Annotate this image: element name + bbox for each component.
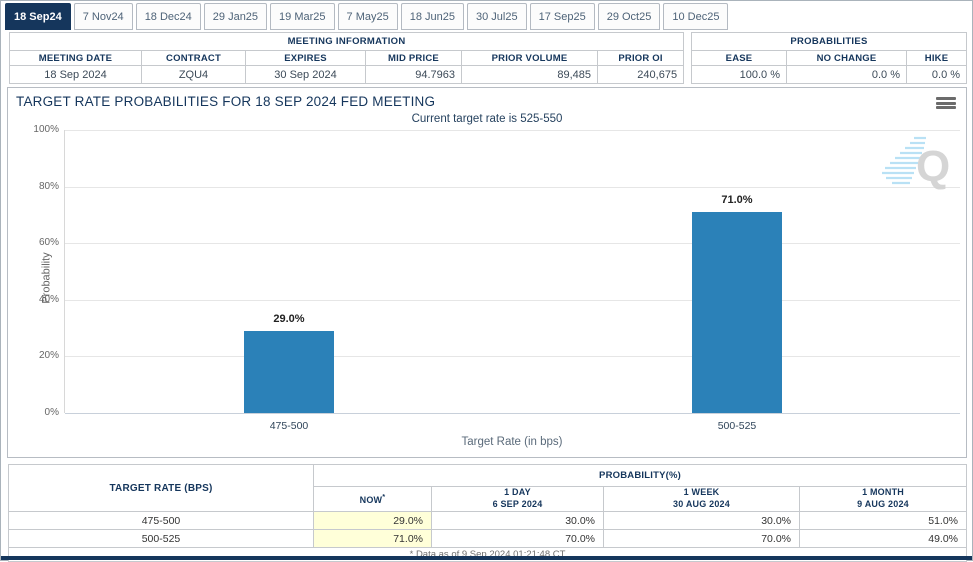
- bar-475-500[interactable]: [244, 331, 334, 413]
- tab-17sep25[interactable]: 17 Sep25: [530, 3, 595, 30]
- ytick-0: 0%: [45, 407, 59, 418]
- bar-500-525[interactable]: [692, 212, 782, 413]
- month-500-525: 49.0%: [800, 530, 967, 548]
- col-prior-oi: PRIOR OI: [598, 51, 684, 66]
- probability-chart-panel: TARGET RATE PROBABILITIES FOR 18 SEP 202…: [7, 87, 967, 458]
- now-475-500: 29.0%: [314, 512, 432, 530]
- rate-475-500: 475-500: [9, 512, 314, 530]
- col-contract: CONTRACT: [142, 51, 246, 66]
- week-500-525: 70.0%: [604, 530, 800, 548]
- contract-value: ZQU4: [142, 66, 246, 84]
- col-now: NOW*: [314, 487, 432, 512]
- ytick-20: 20%: [39, 350, 59, 361]
- meeting-information-row: 18 Sep 2024 ZQU4 30 Sep 2024 94.7963 89,…: [10, 66, 684, 84]
- chart-plot-area: 100% 80% 60% 40% 20% 0% Probability 29.0…: [64, 130, 960, 413]
- tab-18sep24[interactable]: 18 Sep24: [5, 3, 71, 30]
- tab-29oct25[interactable]: 29 Oct25: [598, 3, 661, 30]
- xtick-500-525: 500-525: [692, 420, 782, 432]
- col-ease: EASE: [692, 51, 787, 66]
- ytick-100: 100%: [33, 124, 59, 135]
- gridline-100: [65, 130, 960, 131]
- meeting-date-value: 18 Sep 2024: [10, 66, 142, 84]
- col-expires: EXPIRES: [246, 51, 366, 66]
- fedwatch-tool-page: { "tabs": [ {"label": "18 Sep24", "activ…: [0, 0, 973, 561]
- gridline-80: [65, 187, 960, 188]
- probabilities-title: PROBABILITIES: [692, 33, 967, 51]
- gridline-20: [65, 356, 960, 357]
- tab-18jun25[interactable]: 18 Jun25: [401, 3, 464, 30]
- svg-text:Q: Q: [916, 142, 950, 191]
- col-1day: 1 DAY6 SEP 2024: [432, 487, 604, 512]
- day-500-525: 70.0%: [432, 530, 604, 548]
- chart-title: TARGET RATE PROBABILITIES FOR 18 SEP 202…: [16, 94, 435, 109]
- expires-value: 30 Sep 2024: [246, 66, 366, 84]
- bar-label-500-525: 71.0%: [692, 194, 782, 206]
- ytick-60: 60%: [39, 237, 59, 248]
- tab-19mar25[interactable]: 19 Mar25: [270, 3, 334, 30]
- no-change-value: 0.0 %: [787, 66, 907, 84]
- bar-group-500-525: 71.0% 500-525: [692, 130, 782, 413]
- tab-18dec24[interactable]: 18 Dec24: [136, 3, 201, 30]
- rate-header: TARGET RATE (BPS): [9, 465, 314, 512]
- now-asterisk: *: [382, 492, 385, 501]
- month-475-500: 51.0%: [800, 512, 967, 530]
- quikstrike-watermark-icon: Q: [874, 134, 954, 194]
- meeting-information-table: MEETING INFORMATION MEETING DATE CONTRAC…: [9, 32, 684, 84]
- y-axis-title: Probability: [41, 252, 53, 303]
- col-1month: 1 MONTH9 AUG 2024: [800, 487, 967, 512]
- x-axis-line: [65, 413, 960, 414]
- x-axis-title: Target Rate (in bps): [64, 436, 960, 448]
- ease-value: 100.0 %: [692, 66, 787, 84]
- now-500-525: 71.0%: [314, 530, 432, 548]
- probability-group-header: PROBABILITY(%): [314, 465, 967, 487]
- now-label: NOW: [360, 495, 383, 505]
- chart-menu-icon[interactable]: [936, 95, 956, 111]
- ytick-80: 80%: [39, 181, 59, 192]
- probabilities-summary-row: 100.0 % 0.0 % 0.0 %: [692, 66, 967, 84]
- bar-group-475-500: 29.0% 475-500: [244, 130, 334, 413]
- chart-subtitle: Current target rate is 525-550: [8, 113, 966, 125]
- prior-oi-value: 240,675: [598, 66, 684, 84]
- bar-label-475-500: 29.0%: [244, 313, 334, 325]
- hike-value: 0.0 %: [907, 66, 967, 84]
- mid-price-value: 94.7963: [366, 66, 462, 84]
- col-meeting-date: MEETING DATE: [10, 51, 142, 66]
- col-hike: HIKE: [907, 51, 967, 66]
- day-475-500: 30.0%: [432, 512, 604, 530]
- table-row-475-500: 475-500 29.0% 30.0% 30.0% 51.0%: [9, 512, 967, 530]
- bottom-accent-bar: [1, 556, 972, 560]
- gridline-40: [65, 300, 960, 301]
- gridline-60: [65, 243, 960, 244]
- xtick-475-500: 475-500: [244, 420, 334, 432]
- tab-7may25[interactable]: 7 May25: [338, 3, 398, 30]
- col-1week: 1 WEEK30 AUG 2024: [604, 487, 800, 512]
- probabilities-summary-table: PROBABILITIES EASE NO CHANGE HIKE 100.0 …: [691, 32, 967, 84]
- meeting-information-title: MEETING INFORMATION: [10, 33, 684, 51]
- col-no-change: NO CHANGE: [787, 51, 907, 66]
- rate-500-525: 500-525: [9, 530, 314, 548]
- tab-30jul25[interactable]: 30 Jul25: [467, 3, 527, 30]
- table-row-500-525: 500-525 71.0% 70.0% 70.0% 49.0%: [9, 530, 967, 548]
- tab-29jan25[interactable]: 29 Jan25: [204, 3, 267, 30]
- meeting-tab-bar: 18 Sep24 7 Nov24 18 Dec24 29 Jan25 19 Ma…: [5, 3, 728, 30]
- tab-10dec25[interactable]: 10 Dec25: [663, 3, 728, 30]
- col-mid-price: MID PRICE: [366, 51, 462, 66]
- prior-volume-value: 89,485: [462, 66, 598, 84]
- probability-history-table: TARGET RATE (BPS) PROBABILITY(%) NOW* 1 …: [8, 464, 967, 562]
- col-prior-volume: PRIOR VOLUME: [462, 51, 598, 66]
- tab-7nov24[interactable]: 7 Nov24: [74, 3, 133, 30]
- week-475-500: 30.0%: [604, 512, 800, 530]
